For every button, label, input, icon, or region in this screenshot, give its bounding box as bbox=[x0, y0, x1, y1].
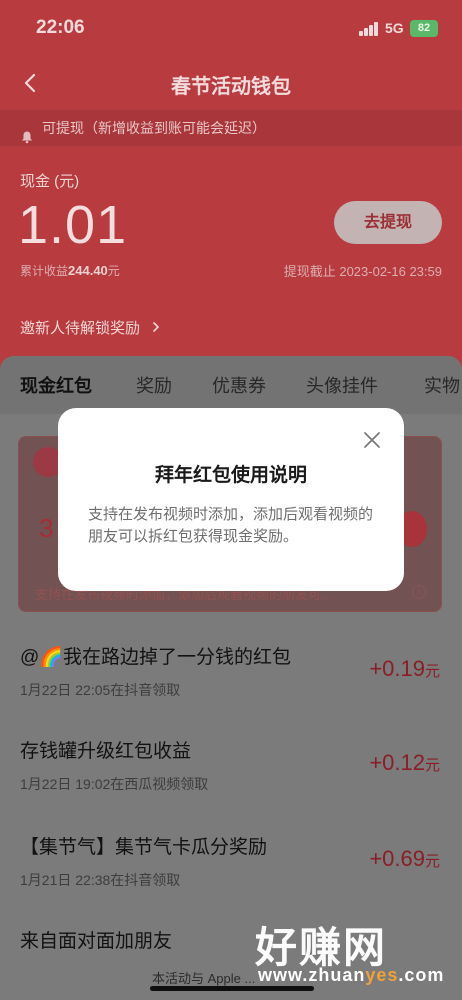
chevron-right-icon bbox=[144, 320, 162, 337]
network-label: 5G bbox=[385, 20, 404, 36]
bell-icon bbox=[20, 121, 34, 144]
total-value: 244.40 bbox=[68, 263, 108, 278]
amount-value: +0.19 bbox=[369, 656, 425, 681]
watermark-url-prefix: www.zhuan bbox=[258, 965, 366, 985]
page-title: 春节活动钱包 bbox=[171, 76, 291, 98]
record-amount: +0.12元 bbox=[369, 750, 440, 776]
withdraw-notice: 可提现（新增收益到账可能会延迟） bbox=[0, 110, 462, 146]
tab-bar: 现金红包 奖励 优惠券 头像挂件 实物 bbox=[0, 356, 462, 414]
record-title: 【集节气】集节气卡瓜分奖励 bbox=[20, 837, 268, 858]
withdraw-button[interactable]: 去提现 bbox=[334, 201, 442, 244]
tab-rewards[interactable]: 奖励 bbox=[136, 372, 172, 398]
invite-link[interactable]: 邀新人待解锁奖励 bbox=[20, 317, 162, 338]
instructions-dialog: 拜年红包使用说明 支持在发布视频时添加，添加后观看视频的朋友可以拆红包获得现金奖… bbox=[58, 408, 404, 591]
record-title: 来自面对面加朋友 bbox=[20, 931, 173, 952]
cash-amount: 1.01 bbox=[18, 195, 128, 255]
battery-icon: 82 bbox=[410, 20, 438, 37]
list-item[interactable]: 【集节气】集节气卡瓜分奖励 1月21日 22:38在抖音领取 +0.69元 bbox=[0, 832, 462, 924]
notice-text: 可提现（新增收益到账可能会延迟） bbox=[42, 120, 266, 136]
dialog-body: 支持在发布视频时添加，添加后观看视频的朋友可以拆红包获得现金奖励。 bbox=[88, 506, 374, 545]
invite-label: 邀新人待解锁奖励 bbox=[20, 320, 141, 337]
nav-bar: 春节活动钱包 bbox=[0, 62, 462, 106]
info-icon[interactable]: i bbox=[412, 585, 426, 599]
tab-physical-items[interactable]: 实物 bbox=[424, 372, 460, 398]
list-item[interactable]: @🌈我在路边掉了一分钱的红包 1月22日 22:05在抖音领取 +0.19元 bbox=[0, 642, 462, 734]
amount-unit: 元 bbox=[424, 853, 440, 870]
amount-unit: 元 bbox=[424, 757, 440, 774]
record-subtitle: 1月22日 22:05在抖音领取 bbox=[20, 682, 181, 698]
total-unit: 元 bbox=[107, 264, 120, 278]
tab-avatar-pendants[interactable]: 头像挂件 bbox=[306, 372, 378, 398]
close-icon[interactable] bbox=[362, 430, 382, 450]
home-indicator[interactable] bbox=[150, 986, 314, 991]
record-title: 存钱罐升级红包收益 bbox=[20, 741, 192, 762]
record-amount: +0.19元 bbox=[369, 656, 440, 682]
record-subtitle: 1月22日 19:02在西瓜视频领取 bbox=[20, 776, 209, 792]
wallet-header: 22:06 5G 82 春节活动钱包 可提现（新增收益到账可能会延迟） 现金 (… bbox=[0, 0, 462, 370]
total-earnings: 累计收益244.40元 bbox=[20, 262, 120, 279]
amount-value: +0.69 bbox=[369, 846, 425, 871]
tab-cash-redpacket[interactable]: 现金红包 bbox=[20, 372, 92, 398]
footer-disclaimer: 本活动与 Apple ... bbox=[152, 971, 256, 986]
signal-icon bbox=[359, 22, 379, 36]
watermark-url-highlight: yes bbox=[365, 965, 399, 985]
tab-coupons[interactable]: 优惠券 bbox=[212, 372, 266, 398]
total-label: 累计收益 bbox=[20, 264, 69, 278]
card-number: 3 bbox=[39, 513, 54, 543]
dialog-title: 拜年红包使用说明 bbox=[154, 465, 307, 486]
record-title: @🌈我在路边掉了一分钱的红包 bbox=[20, 647, 291, 668]
record-subtitle: 1月21日 22:38在抖音领取 bbox=[20, 872, 181, 888]
withdraw-deadline: 提现截止 2023-02-16 23:59 bbox=[283, 264, 442, 279]
watermark-url: www.zhuanyes.com bbox=[258, 965, 444, 986]
amount-value: +0.12 bbox=[369, 750, 425, 775]
cash-label: 现金 (元) bbox=[20, 173, 80, 190]
watermark-url-suffix: .com bbox=[398, 965, 445, 985]
list-item[interactable]: 存钱罐升级红包收益 1月22日 19:02在西瓜视频领取 +0.12元 bbox=[0, 736, 462, 828]
status-time: 22:06 bbox=[36, 17, 85, 38]
record-amount: +0.69元 bbox=[369, 846, 440, 872]
status-bar: 22:06 5G 82 bbox=[0, 0, 462, 58]
amount-unit: 元 bbox=[424, 663, 440, 680]
